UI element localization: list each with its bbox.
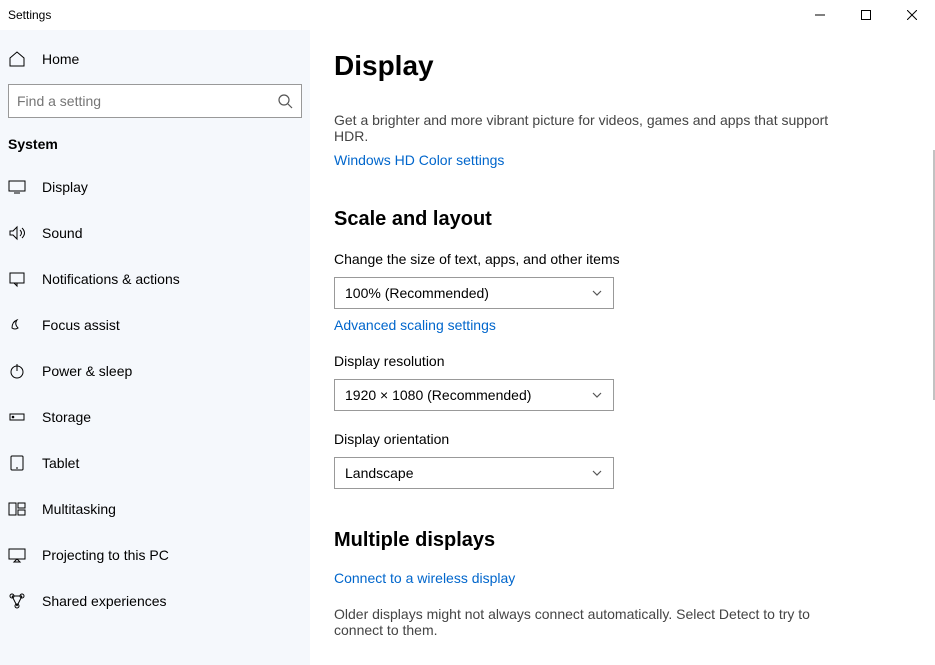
sidebar-item-projecting[interactable]: Projecting to this PC [0, 532, 310, 578]
sidebar-item-label: Display [42, 179, 88, 195]
close-icon [907, 10, 917, 20]
sidebar-item-label: Sound [42, 225, 82, 241]
scale-label: Change the size of text, apps, and other… [334, 251, 911, 267]
notifications-icon [8, 270, 26, 288]
older-displays-description: Older displays might not always connect … [334, 606, 854, 638]
storage-icon [8, 408, 26, 426]
sidebar-item-label: Multitasking [42, 501, 116, 517]
sidebar-item-display[interactable]: Display [0, 164, 310, 210]
sidebar-item-storage[interactable]: Storage [0, 394, 310, 440]
sidebar-item-shared-experiences[interactable]: Shared experiences [0, 578, 310, 624]
orientation-select[interactable]: Landscape [334, 457, 614, 489]
scale-value: 100% (Recommended) [345, 285, 489, 301]
hdr-description: Get a brighter and more vibrant picture … [334, 112, 854, 144]
sidebar-item-label: Notifications & actions [42, 271, 180, 287]
orientation-label: Display orientation [334, 431, 911, 447]
resolution-label: Display resolution [334, 353, 911, 369]
sidebar-item-label: Storage [42, 409, 91, 425]
resolution-select[interactable]: 1920 × 1080 (Recommended) [334, 379, 614, 411]
sidebar-item-power-sleep[interactable]: Power & sleep [0, 348, 310, 394]
sidebar-home[interactable]: Home [0, 40, 310, 78]
content-panel: Display Windows HD Color Get a brighter … [310, 30, 935, 665]
page-title: Display [310, 30, 935, 90]
sidebar-item-label: Power & sleep [42, 363, 132, 379]
sound-icon [8, 224, 26, 242]
sidebar-category: System [0, 118, 310, 164]
search-icon [277, 93, 293, 109]
resolution-value: 1920 × 1080 (Recommended) [345, 387, 531, 403]
tablet-icon [8, 454, 26, 472]
window-controls [797, 0, 935, 30]
sidebar: Home System Display Sound Notifications … [0, 30, 310, 665]
titlebar: Settings [0, 0, 935, 30]
hdr-settings-link[interactable]: Windows HD Color settings [334, 152, 504, 168]
minimize-icon [815, 10, 825, 20]
sidebar-item-notifications[interactable]: Notifications & actions [0, 256, 310, 302]
wireless-display-link[interactable]: Connect to a wireless display [334, 570, 515, 586]
window-title: Settings [8, 8, 51, 22]
scale-heading: Scale and layout [334, 208, 911, 231]
sidebar-item-label: Projecting to this PC [42, 547, 169, 563]
scale-select[interactable]: 100% (Recommended) [334, 277, 614, 309]
projecting-icon [8, 546, 26, 564]
chevron-down-icon [591, 287, 603, 299]
advanced-scaling-link[interactable]: Advanced scaling settings [334, 317, 496, 333]
focus-assist-icon [8, 316, 26, 334]
maximize-icon [861, 10, 871, 20]
search-field[interactable] [17, 85, 277, 117]
sidebar-item-tablet[interactable]: Tablet [0, 440, 310, 486]
sidebar-item-multitasking[interactable]: Multitasking [0, 486, 310, 532]
sidebar-item-focus-assist[interactable]: Focus assist [0, 302, 310, 348]
maximize-button[interactable] [843, 0, 889, 30]
sidebar-home-label: Home [42, 51, 79, 67]
orientation-value: Landscape [345, 465, 414, 481]
sidebar-item-label: Shared experiences [42, 593, 167, 609]
home-icon [8, 50, 26, 68]
sidebar-item-sound[interactable]: Sound [0, 210, 310, 256]
minimize-button[interactable] [797, 0, 843, 30]
shared-experiences-icon [8, 592, 26, 610]
display-icon [8, 178, 26, 196]
power-icon [8, 362, 26, 380]
multitasking-icon [8, 500, 26, 518]
close-button[interactable] [889, 0, 935, 30]
sidebar-item-label: Tablet [42, 455, 79, 471]
multiple-displays-heading: Multiple displays [334, 529, 911, 552]
chevron-down-icon [591, 389, 603, 401]
search-input[interactable] [8, 84, 302, 118]
sidebar-item-label: Focus assist [42, 317, 120, 333]
chevron-down-icon [591, 467, 603, 479]
